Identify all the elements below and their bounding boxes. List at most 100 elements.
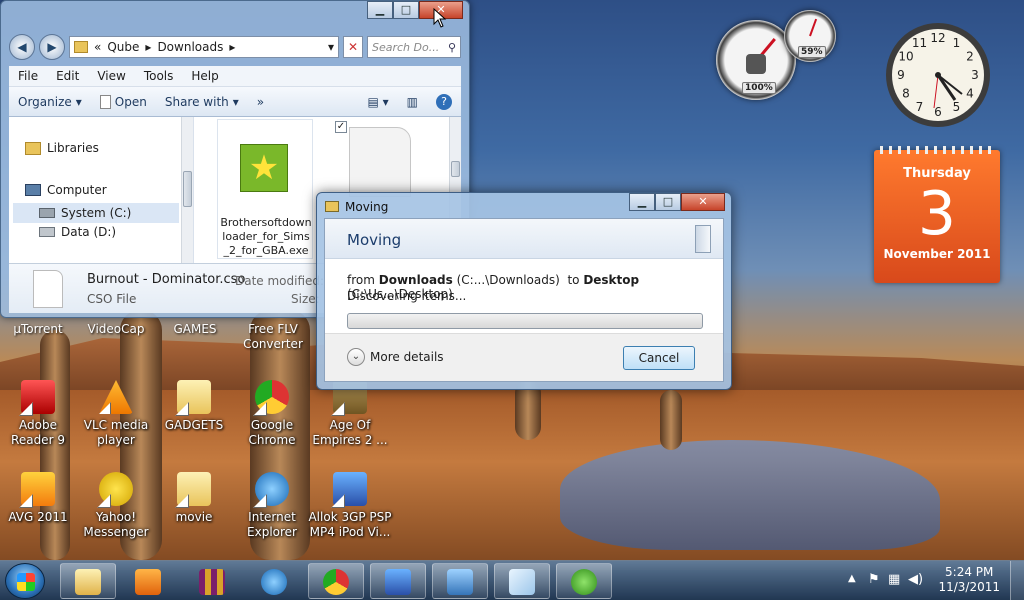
close-button[interactable]: ✕ bbox=[681, 193, 725, 211]
nav-item-computer[interactable]: Computer bbox=[25, 183, 107, 197]
show-desktop-button[interactable] bbox=[1010, 561, 1024, 600]
taskbar-winrar[interactable] bbox=[184, 563, 240, 599]
taskbar-utorrent[interactable] bbox=[556, 563, 612, 599]
desktop-icon-free-flv-converter[interactable]: Free FLV Converter bbox=[240, 322, 306, 352]
taskbar-file-copy[interactable] bbox=[494, 563, 550, 599]
stop-icon[interactable]: ✕ bbox=[343, 36, 363, 58]
nav-item-system-c[interactable]: System (C:) bbox=[13, 203, 179, 223]
drive-icon bbox=[39, 227, 55, 237]
to-label: to bbox=[567, 273, 580, 287]
change-view-button[interactable]: ▤ ▾ bbox=[358, 95, 397, 109]
calendar-binding bbox=[880, 146, 994, 154]
desktop-icon-gadgets[interactable]: GADGETS bbox=[152, 380, 236, 433]
preview-pane-icon: ▥ bbox=[406, 94, 418, 109]
back-button[interactable]: ◀ bbox=[9, 34, 35, 60]
chevron-down-icon[interactable]: ▾ bbox=[328, 40, 334, 54]
chevron-down-icon: ⌄ bbox=[347, 348, 365, 366]
gauge-needle-icon bbox=[809, 18, 818, 37]
desktop-icon-label: VideoCap bbox=[87, 322, 145, 336]
organize-button[interactable]: Organize ▾ bbox=[9, 95, 91, 109]
volume-icon[interactable]: ◀) bbox=[908, 572, 923, 587]
start-button[interactable] bbox=[5, 563, 45, 599]
folder-icon bbox=[74, 41, 88, 53]
help-icon: ? bbox=[436, 93, 452, 110]
details-filename: Burnout - Dominator.cso bbox=[87, 272, 246, 287]
menu-help[interactable]: Help bbox=[182, 66, 227, 86]
taskbar-google-chrome[interactable] bbox=[308, 563, 364, 599]
desktop-icon-movie[interactable]: movie bbox=[152, 472, 236, 525]
maximize-button[interactable]: □ bbox=[655, 193, 681, 211]
action-center-flag-icon[interactable]: ⚑ bbox=[868, 572, 880, 587]
search-placeholder: Search Do... bbox=[372, 40, 440, 54]
folder-icon bbox=[177, 472, 211, 506]
view-icon: ▤ ▾ bbox=[367, 94, 389, 109]
minimize-button[interactable]: ▁ bbox=[629, 193, 655, 211]
copy-icon bbox=[509, 569, 535, 595]
taskbar-allok-converter[interactable] bbox=[370, 563, 426, 599]
desktop-icon-avg[interactable]: AVG 2011 bbox=[0, 472, 80, 525]
nav-item-data-d[interactable]: Data (D:) bbox=[39, 225, 116, 239]
search-input[interactable]: Search Do... ⚲ bbox=[367, 36, 461, 58]
desktop-icon-utorrent[interactable]: µTorrent bbox=[8, 322, 68, 336]
menu-edit[interactable]: Edit bbox=[47, 66, 88, 86]
memory-meter-gadget[interactable]: 59% bbox=[784, 10, 836, 62]
taskbar-media-player[interactable] bbox=[120, 563, 176, 599]
show-hidden-icons-icon[interactable]: ▲ bbox=[848, 573, 856, 584]
more-commands-button[interactable]: » bbox=[248, 95, 273, 109]
chevron-right-icon[interactable]: ▸ bbox=[229, 40, 235, 54]
share-with-button[interactable]: Share with ▾ bbox=[156, 95, 248, 109]
clock-numeral: 11 bbox=[912, 36, 927, 50]
internet-explorer-icon bbox=[255, 472, 289, 506]
address-bar[interactable]: « Qube ▸ Downloads ▸ ▾ bbox=[69, 36, 339, 58]
desktop-icon-games[interactable]: GAMES bbox=[168, 322, 222, 336]
folder-icon bbox=[177, 380, 211, 414]
file-item[interactable]: ★ Brothersoftdownloader_for_Sims_2_for_G… bbox=[217, 119, 313, 259]
desktop-icon-age-of-empires[interactable]: Age Of Empires 2 ... bbox=[308, 380, 392, 448]
destination-folder[interactable]: Desktop bbox=[583, 273, 639, 287]
clock-gadget[interactable]: 12 12 3 45678 9 1011 bbox=[875, 22, 1001, 128]
menu-tools[interactable]: Tools bbox=[135, 66, 183, 86]
forward-button[interactable]: ▶ bbox=[39, 34, 65, 60]
preview-pane-button[interactable]: ▥ bbox=[398, 95, 427, 109]
nav-item-label: Data (D:) bbox=[61, 225, 117, 239]
scrollbar-thumb[interactable] bbox=[451, 161, 460, 177]
details-filetype: CSO File bbox=[87, 292, 137, 306]
menu-file[interactable]: File bbox=[9, 66, 47, 86]
address-overflow[interactable]: « bbox=[94, 40, 101, 54]
checkbox[interactable]: ✓ bbox=[335, 121, 347, 133]
clock-numeral: 1 bbox=[953, 36, 961, 50]
desktop-icon-adobe-reader[interactable]: Adobe Reader 9 bbox=[0, 380, 80, 448]
minimize-button[interactable]: ▁ bbox=[367, 1, 393, 19]
computer-icon bbox=[25, 184, 41, 196]
more-details-toggle[interactable]: ⌄ More details bbox=[347, 348, 444, 366]
desktop-icon-yahoo-messenger[interactable]: Yahoo! Messenger bbox=[74, 472, 158, 540]
clock-display[interactable]: 5:24 PM 11/3/2011 bbox=[938, 565, 1000, 595]
nav-scrollbar[interactable] bbox=[181, 117, 193, 263]
moving-dialog[interactable]: Moving ▁ □ ✕ Moving from Downloads (C:..… bbox=[316, 192, 732, 390]
source-folder[interactable]: Downloads bbox=[379, 273, 453, 287]
desktop-icon-google-chrome[interactable]: Google Chrome bbox=[230, 380, 314, 448]
desktop-icon-internet-explorer[interactable]: Internet Explorer bbox=[230, 472, 314, 540]
maximize-button[interactable]: □ bbox=[393, 1, 419, 19]
breadcrumb-qube[interactable]: Qube bbox=[107, 40, 139, 54]
nav-item-label: System (C:) bbox=[61, 206, 132, 220]
desktop-icon-allok-converter[interactable]: Allok 3GP PSP MP4 iPod Vi... bbox=[308, 472, 392, 540]
cancel-button[interactable]: Cancel bbox=[623, 346, 695, 370]
dialog-footer: ⌄ More details Cancel bbox=[325, 333, 723, 381]
desktop-icon-vlc[interactable]: VLC media player bbox=[74, 380, 158, 448]
network-icon[interactable]: ▦ bbox=[888, 572, 900, 587]
taskbar-video-app[interactable] bbox=[432, 563, 488, 599]
taskbar-internet-explorer[interactable] bbox=[246, 563, 302, 599]
scrollbar-thumb[interactable] bbox=[183, 171, 192, 207]
taskbar-explorer[interactable] bbox=[60, 563, 116, 599]
chevron-right-icon[interactable]: ▸ bbox=[145, 40, 151, 54]
wallpaper-tree bbox=[660, 390, 682, 450]
desktop-icon-videocap[interactable]: VideoCap bbox=[86, 322, 146, 336]
open-button[interactable]: Open bbox=[91, 94, 156, 109]
nav-item-libraries[interactable]: Libraries bbox=[25, 141, 99, 155]
help-button[interactable]: ? bbox=[427, 93, 461, 110]
desktop-icon-label: GADGETS bbox=[164, 418, 224, 432]
breadcrumb-downloads[interactable]: Downloads bbox=[157, 40, 223, 54]
calendar-gadget[interactable]: Thursday 3 November 2011 bbox=[874, 146, 1000, 283]
menu-view[interactable]: View bbox=[88, 66, 134, 86]
